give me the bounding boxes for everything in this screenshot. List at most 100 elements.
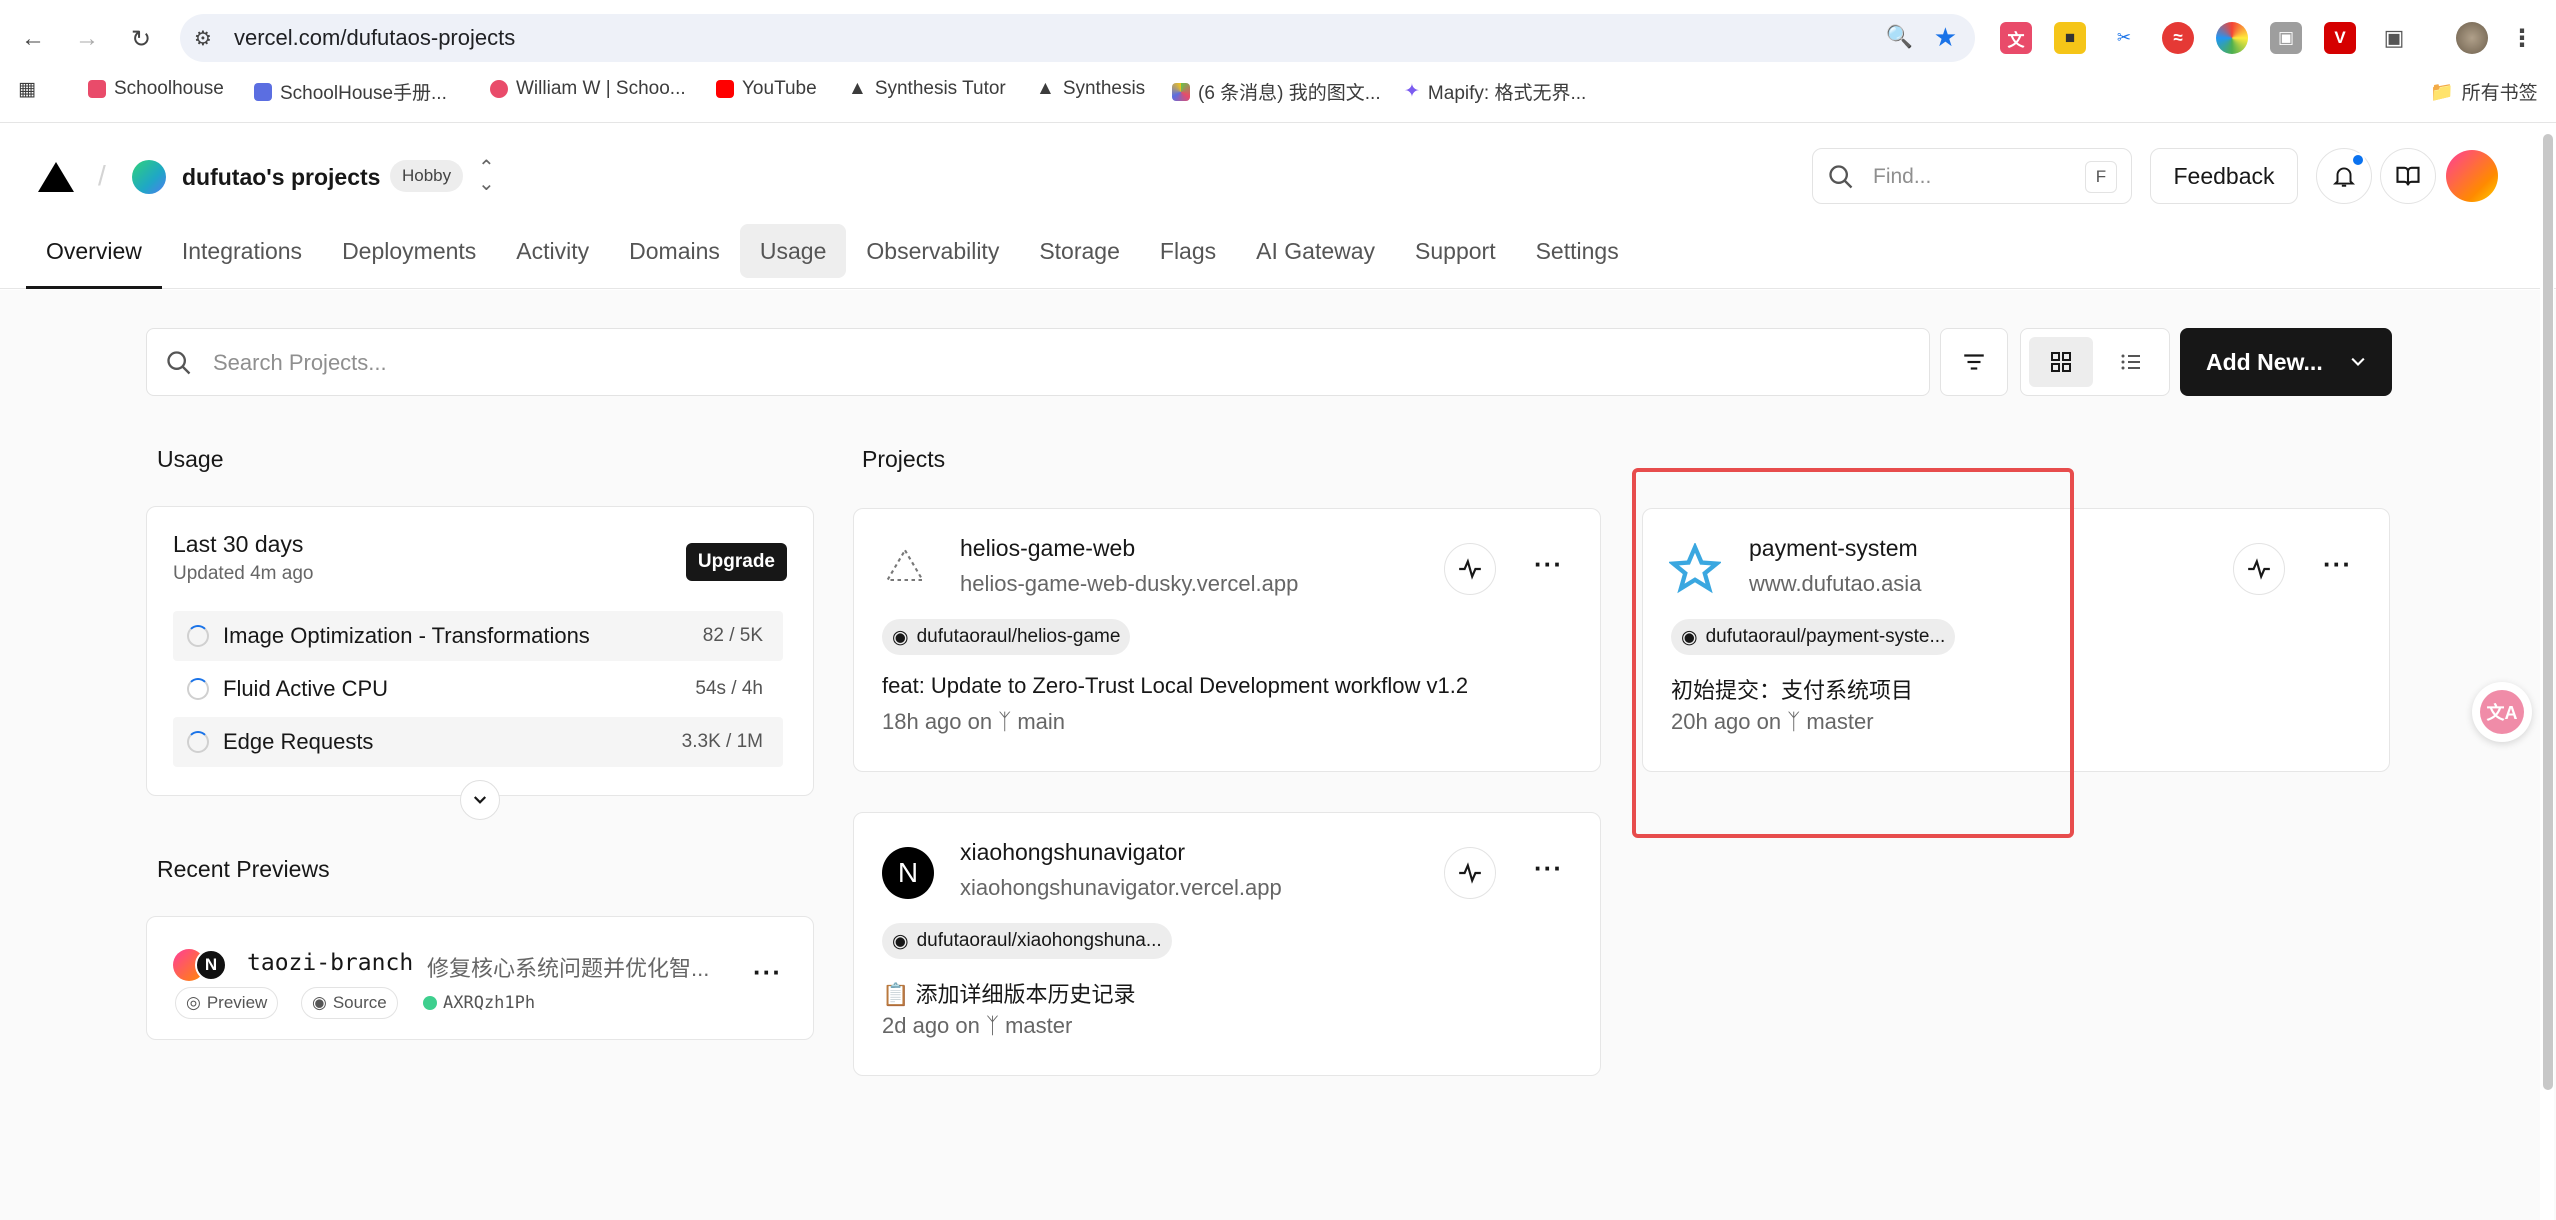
reload-icon[interactable]: ↻: [124, 22, 158, 56]
github-icon: ◉: [892, 626, 909, 648]
usage-row[interactable]: Edge Requests 3.3K / 1M: [173, 717, 783, 767]
bookmark-item[interactable]: Schoolhouse: [88, 78, 224, 100]
back-icon[interactable]: ←: [16, 22, 50, 56]
tab-integrations[interactable]: Integrations: [162, 224, 322, 278]
preview-branch[interactable]: taozi-branch: [247, 950, 413, 976]
bookmark-item[interactable]: ▲ Synthesis: [1036, 78, 1145, 100]
feedback-button[interactable]: Feedback: [2150, 148, 2298, 204]
nextjs-icon: N: [195, 949, 227, 981]
youtube-icon: [716, 80, 734, 98]
project-triangle-icon: [885, 548, 925, 582]
address-url[interactable]: vercel.com/dufutaos-projects: [234, 25, 515, 51]
docs-button[interactable]: [2380, 148, 2436, 204]
commit-time: 18h ago on: [882, 709, 993, 734]
tab-deployments[interactable]: Deployments: [322, 224, 496, 278]
address-bar[interactable]: ⚙ vercel.com/dufutaos-projects 🔍 ★: [180, 14, 1975, 62]
add-new-label: Add New...: [2206, 348, 2323, 375]
more-options-icon[interactable]: ···: [2323, 549, 2352, 580]
tab-support[interactable]: Support: [1395, 224, 1516, 278]
commit-pill[interactable]: AXRQzh1Ph: [413, 987, 545, 1019]
preview-pill[interactable]: ◎ Preview: [175, 987, 279, 1019]
translate-float-button[interactable]: 文A: [2472, 682, 2532, 742]
bookmark-item[interactable]: ✦ Mapify: 格式无界...: [1404, 78, 1586, 105]
extension-icon[interactable]: ■: [2054, 22, 2086, 54]
tab-settings[interactable]: Settings: [1516, 224, 1639, 278]
usage-updated: Updated 4m ago: [173, 563, 314, 584]
bookmark-item[interactable]: (6 条消息) 我的图文...: [1172, 78, 1381, 105]
team-avatar[interactable]: [132, 160, 166, 194]
tab-storage[interactable]: Storage: [1019, 224, 1140, 278]
site-info-icon[interactable]: ⚙: [194, 26, 212, 51]
chevron-down-icon: [2351, 357, 2365, 366]
tab-flags[interactable]: Flags: [1140, 224, 1236, 278]
tab-ai-gateway[interactable]: AI Gateway: [1236, 224, 1395, 278]
more-options-icon[interactable]: ···: [1534, 549, 1563, 580]
pulse-icon: [1459, 862, 1481, 884]
activity-button[interactable]: [2233, 543, 2285, 595]
search-icon: [1829, 165, 1853, 189]
extensions-puzzle-icon[interactable]: ▣: [2378, 22, 2410, 54]
color-extension-icon[interactable]: [2216, 22, 2248, 54]
source-pill[interactable]: ◉ Source: [301, 987, 398, 1019]
all-bookmarks[interactable]: 📁 所有书签: [2430, 78, 2538, 105]
find-shortcut-key: F: [2085, 161, 2117, 193]
team-name[interactable]: dufutao's projects: [182, 164, 380, 191]
project-name[interactable]: xiaohongshunavigator: [960, 839, 1185, 866]
menu-kebab-icon[interactable]: ⋮: [2506, 22, 2538, 54]
find-input[interactable]: Find... F: [1812, 148, 2132, 204]
project-card[interactable]: N xiaohongshunavigator xiaohongshunaviga…: [853, 812, 1601, 1076]
usage-period: Last 30 days: [173, 531, 304, 557]
team-switcher-icon[interactable]: ⌃ ⌄: [478, 158, 495, 194]
breadcrumb-separator: /: [98, 160, 106, 191]
tab-domains[interactable]: Domains: [609, 224, 740, 278]
search-projects-input[interactable]: Search Projects...: [146, 328, 1930, 396]
project-url[interactable]: helios-game-web-dusky.vercel.app: [960, 571, 1298, 597]
scissors-extension-icon[interactable]: ✂: [2108, 22, 2140, 54]
bookmark-item[interactable]: SchoolHouse手册...: [254, 78, 447, 105]
project-url[interactable]: xiaohongshunavigator.vercel.app: [960, 875, 1282, 901]
filter-button[interactable]: [1940, 328, 2008, 396]
grid-view-button[interactable]: [2029, 337, 2093, 387]
forward-icon[interactable]: →: [70, 22, 104, 56]
bookmark-item[interactable]: ▲ Synthesis Tutor: [848, 78, 1006, 100]
repo-badge[interactable]: ◉ dufutaoraul/helios-game: [882, 619, 1131, 655]
notifications-button[interactable]: [2316, 148, 2372, 204]
project-name[interactable]: helios-game-web: [960, 535, 1135, 562]
repo-badge[interactable]: ◉ dufutaoraul/xiaohongshuna...: [882, 923, 1172, 959]
user-avatar[interactable]: [2446, 150, 2498, 202]
pulse-icon: [2248, 558, 2270, 580]
zoom-icon[interactable]: 🔍: [1886, 24, 1913, 50]
translate-extension-icon[interactable]: 文: [2000, 22, 2032, 54]
upgrade-button[interactable]: Upgrade: [685, 543, 787, 581]
bookmark-star-icon[interactable]: ★: [1934, 22, 1957, 53]
expand-usage-button[interactable]: [460, 780, 500, 820]
list-view-button[interactable]: [2099, 337, 2163, 387]
tab-observability[interactable]: Observability: [846, 224, 1019, 278]
activity-button[interactable]: [1444, 847, 1496, 899]
github-icon: ◉: [312, 993, 327, 1012]
activity-button[interactable]: [1444, 543, 1496, 595]
usage-row[interactable]: Fluid Active CPU 54s / 4h: [173, 664, 783, 714]
more-options-icon[interactable]: ···: [1534, 853, 1563, 884]
tab-overview[interactable]: Overview: [26, 224, 162, 289]
project-card[interactable]: helios-game-web helios-game-web-dusky.ve…: [853, 508, 1601, 772]
apps-grid-icon[interactable]: ▦: [18, 78, 36, 101]
scrollbar-thumb[interactable]: [2543, 134, 2553, 1090]
profile-avatar-icon[interactable]: [2456, 22, 2488, 54]
tab-usage[interactable]: Usage: [739, 224, 847, 278]
bookmark-item[interactable]: William W | Schoo...: [490, 78, 686, 100]
image-extension-icon[interactable]: ▣: [2270, 22, 2302, 54]
all-bookmarks-label: 所有书签: [2461, 83, 2538, 104]
preview-message: 修复核心系统问题并优化智...: [427, 956, 710, 981]
v-extension-icon[interactable]: V: [2324, 22, 2356, 54]
extension-icon[interactable]: ≈: [2162, 22, 2194, 54]
branch-icon: ᛉ: [998, 709, 1012, 734]
add-new-button[interactable]: Add New...: [2180, 328, 2392, 396]
tab-activity[interactable]: Activity: [496, 224, 609, 278]
list-icon: [2121, 354, 2140, 370]
vercel-logo-icon[interactable]: [38, 162, 74, 192]
bookmark-item[interactable]: YouTube: [716, 78, 817, 100]
preview-card[interactable]: N taozi-branch 修复核心系统问题并优化智... ◎ Preview …: [146, 916, 814, 1040]
usage-row[interactable]: Image Optimization - Transformations 82 …: [173, 611, 783, 661]
more-options-icon[interactable]: ···: [753, 957, 782, 988]
